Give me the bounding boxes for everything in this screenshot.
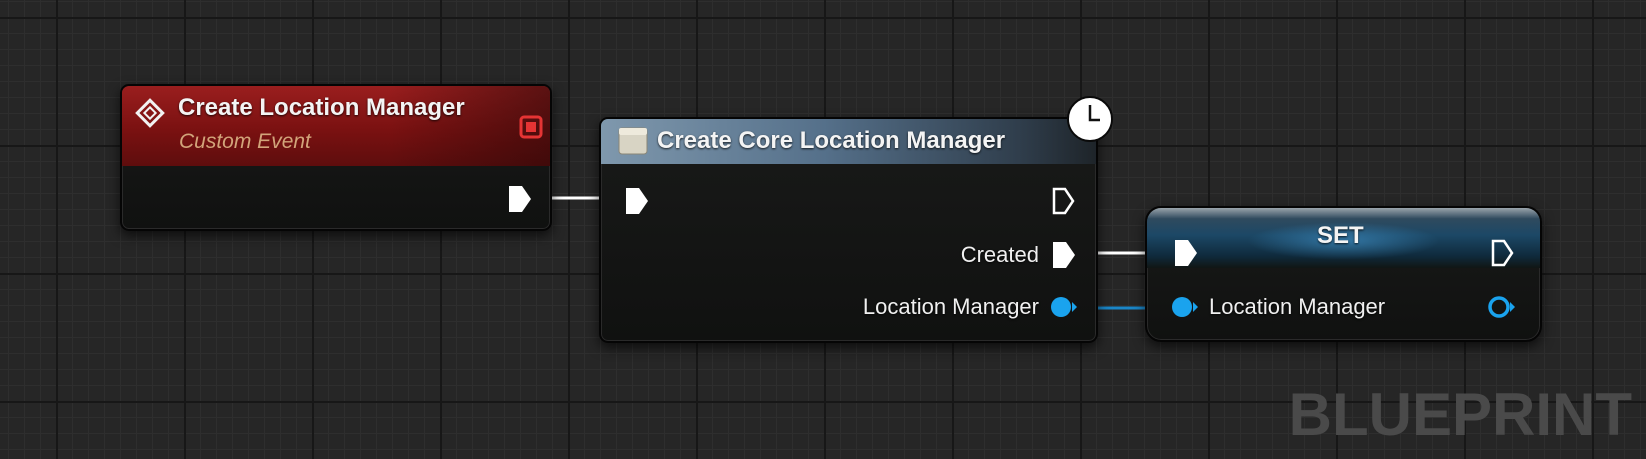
blueprint-watermark: BLUEPRINT [1288,381,1632,448]
location-manager-output-label: Location Manager [862,294,1039,319]
exec-input-pin[interactable] [1173,238,1199,268]
event-diamond-icon [135,98,165,128]
set-node-title: SET [1317,222,1364,249]
created-output-label: Created [960,242,1039,267]
location-manager-input-pin[interactable] [1170,294,1200,320]
set-variable-node[interactable]: SET Location Manager [1145,206,1542,342]
location-manager-output-pin-empty[interactable] [1486,294,1518,320]
function-node-title: Create Core Location Manager [657,127,1006,154]
function-box-icon [618,127,648,155]
event-node-subtitle: Custom Event [179,130,311,153]
exec-output-pin-empty[interactable] [1490,238,1516,268]
latent-clock-icon [1067,96,1113,142]
created-exec-output-pin[interactable] [1051,240,1077,270]
delegate-pin-icon[interactable] [519,115,543,139]
function-node-create-core-location-manager[interactable]: Create Core Location Manager Created Loc… [599,117,1098,343]
event-node-title: Create Location Manager [178,94,465,121]
exec-input-pin[interactable] [624,186,650,216]
exec-output-pin-empty[interactable] [1051,186,1077,216]
exec-output-pin[interactable] [507,184,533,214]
location-manager-output-pin[interactable] [1049,294,1079,320]
location-manager-input-label: Location Manager [1209,294,1386,319]
custom-event-node[interactable]: Create Location Manager Custom Event [120,84,552,231]
